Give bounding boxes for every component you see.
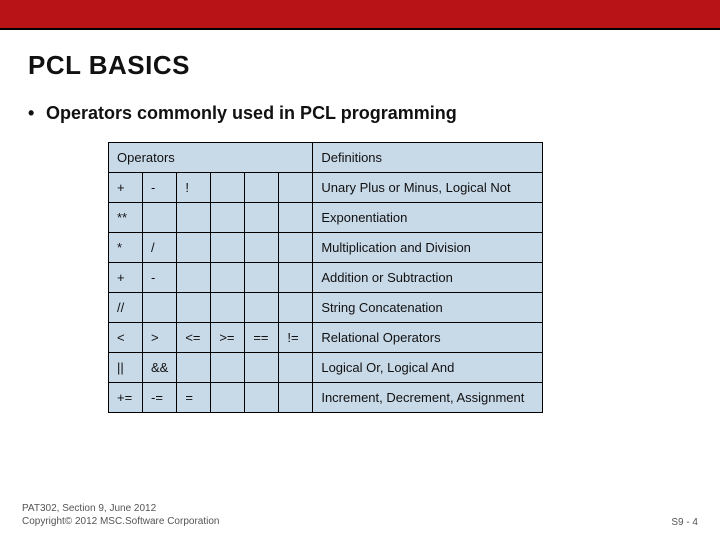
op-cell bbox=[279, 203, 313, 233]
def-cell: Relational Operators bbox=[313, 323, 543, 353]
op-cell bbox=[245, 293, 279, 323]
table-row: * / Multiplication and Division bbox=[109, 233, 543, 263]
op-cell bbox=[177, 233, 211, 263]
op-cell: ** bbox=[109, 203, 143, 233]
op-cell bbox=[279, 233, 313, 263]
op-cell: || bbox=[109, 353, 143, 383]
footer-line1: PAT302, Section 9, June 2012 bbox=[22, 502, 219, 515]
op-cell bbox=[245, 173, 279, 203]
op-cell: && bbox=[143, 353, 177, 383]
table-row: < > <= >= == != Relational Operators bbox=[109, 323, 543, 353]
op-cell: + bbox=[109, 173, 143, 203]
op-cell bbox=[279, 353, 313, 383]
op-cell: + bbox=[109, 263, 143, 293]
op-cell bbox=[245, 233, 279, 263]
top-red-band bbox=[0, 0, 720, 30]
header-definitions: Definitions bbox=[313, 143, 543, 173]
op-cell bbox=[279, 293, 313, 323]
op-cell: < bbox=[109, 323, 143, 353]
op-cell bbox=[211, 233, 245, 263]
op-cell bbox=[245, 263, 279, 293]
content-area: PCL BASICS • Operators commonly used in … bbox=[0, 30, 720, 413]
op-cell: > bbox=[143, 323, 177, 353]
op-cell: <= bbox=[177, 323, 211, 353]
op-cell: / bbox=[143, 233, 177, 263]
op-cell: ! bbox=[177, 173, 211, 203]
bullet-dot: • bbox=[28, 103, 46, 124]
op-cell: >= bbox=[211, 323, 245, 353]
op-cell: - bbox=[143, 173, 177, 203]
op-cell bbox=[279, 173, 313, 203]
op-cell bbox=[211, 203, 245, 233]
op-cell bbox=[245, 383, 279, 413]
footer-page: S9 - 4 bbox=[671, 517, 698, 528]
table-row: ** Exponentiation bbox=[109, 203, 543, 233]
footer-left: PAT302, Section 9, June 2012 Copyright© … bbox=[22, 502, 219, 528]
def-cell: Unary Plus or Minus, Logical Not bbox=[313, 173, 543, 203]
op-cell bbox=[211, 173, 245, 203]
op-cell bbox=[245, 203, 279, 233]
operators-table: Operators Definitions + - ! Unary Plus o… bbox=[108, 142, 543, 413]
op-cell bbox=[177, 203, 211, 233]
table-row: + - ! Unary Plus or Minus, Logical Not bbox=[109, 173, 543, 203]
def-cell: Addition or Subtraction bbox=[313, 263, 543, 293]
table-header-row: Operators Definitions bbox=[109, 143, 543, 173]
def-cell: Multiplication and Division bbox=[313, 233, 543, 263]
op-cell: == bbox=[245, 323, 279, 353]
table-row: += -= = Increment, Decrement, Assignment bbox=[109, 383, 543, 413]
def-cell: Exponentiation bbox=[313, 203, 543, 233]
def-cell: String Concatenation bbox=[313, 293, 543, 323]
bullet-text: Operators commonly used in PCL programmi… bbox=[46, 103, 457, 124]
op-cell: != bbox=[279, 323, 313, 353]
table-row: // String Concatenation bbox=[109, 293, 543, 323]
op-cell: * bbox=[109, 233, 143, 263]
def-cell: Logical Or, Logical And bbox=[313, 353, 543, 383]
op-cell bbox=[143, 293, 177, 323]
op-cell: += bbox=[109, 383, 143, 413]
bullet-line: • Operators commonly used in PCL program… bbox=[28, 103, 692, 124]
op-cell bbox=[177, 293, 211, 323]
page-title: PCL BASICS bbox=[28, 50, 692, 81]
footer-line2: Copyright© 2012 MSC.Software Corporation bbox=[22, 515, 219, 528]
op-cell bbox=[279, 263, 313, 293]
table-row: || && Logical Or, Logical And bbox=[109, 353, 543, 383]
op-cell bbox=[245, 353, 279, 383]
op-cell bbox=[211, 353, 245, 383]
footer: PAT302, Section 9, June 2012 Copyright© … bbox=[22, 502, 698, 528]
table-row: + - Addition or Subtraction bbox=[109, 263, 543, 293]
op-cell bbox=[177, 353, 211, 383]
op-cell bbox=[211, 263, 245, 293]
op-cell: = bbox=[177, 383, 211, 413]
op-cell: -= bbox=[143, 383, 177, 413]
op-cell: // bbox=[109, 293, 143, 323]
op-cell bbox=[211, 293, 245, 323]
op-cell bbox=[177, 263, 211, 293]
op-cell: - bbox=[143, 263, 177, 293]
op-cell bbox=[211, 383, 245, 413]
op-cell bbox=[279, 383, 313, 413]
def-cell: Increment, Decrement, Assignment bbox=[313, 383, 543, 413]
header-operators: Operators bbox=[109, 143, 313, 173]
op-cell bbox=[143, 203, 177, 233]
